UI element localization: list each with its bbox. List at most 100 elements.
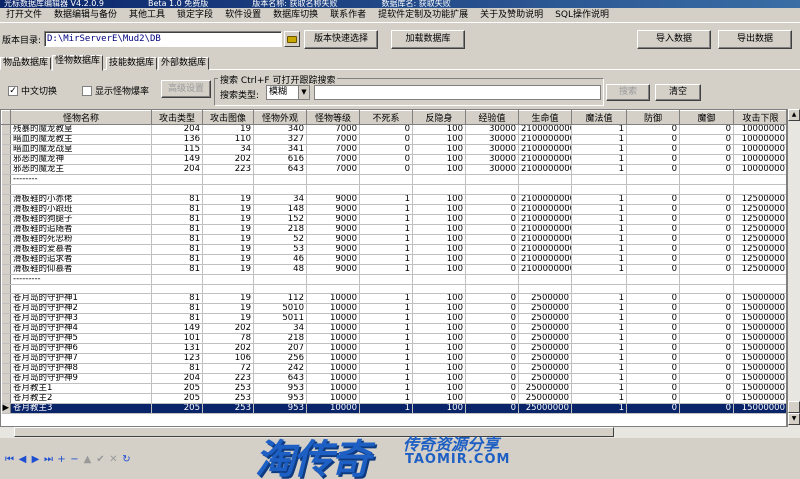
table-cell[interactable]: 19 (202, 313, 254, 324)
menu-item[interactable]: 其他工具 (123, 8, 171, 23)
table-cell[interactable]: 0 (679, 363, 734, 374)
table-cell[interactable] (679, 174, 734, 185)
table-cell[interactable]: 0 (465, 353, 519, 364)
table-cell[interactable] (359, 174, 413, 185)
table-row[interactable] (1, 284, 786, 294)
table-cell[interactable]: 204 (151, 164, 203, 175)
table-cell[interactable]: 100 (412, 393, 466, 404)
table-cell[interactable]: 15000000 (733, 353, 786, 364)
table-cell[interactable]: 10000000 (733, 134, 786, 145)
table-cell[interactable]: 81 (151, 313, 203, 324)
table-cell[interactable] (306, 274, 360, 285)
table-cell[interactable]: 10000 (306, 333, 360, 344)
table-cell[interactable]: 5011 (253, 313, 307, 324)
table-cell[interactable]: 52 (253, 234, 307, 245)
table-cell[interactable]: 340 (253, 124, 307, 135)
table-cell[interactable]: 0 (465, 234, 519, 245)
edit-record-icon[interactable]: ▲ (82, 454, 93, 466)
table-cell[interactable]: 616 (253, 154, 307, 165)
table-cell[interactable]: 0 (679, 264, 734, 275)
column-header[interactable]: 怪物名称 (10, 110, 152, 125)
table-cell[interactable]: 48 (253, 264, 307, 275)
table-cell[interactable] (412, 284, 466, 294)
table-cell[interactable]: 7000 (306, 144, 360, 155)
table-cell[interactable]: 0 (679, 373, 734, 384)
table-cell[interactable]: 1 (359, 244, 413, 255)
table-row[interactable]: 苍月岛的守护神6 131 202 207 10000 1 100 0 2500000 1 0 0 150… (1, 343, 786, 354)
post-record-icon[interactable]: ✔ (95, 454, 106, 466)
table-cell[interactable]: 1 (571, 194, 627, 205)
tab-external-db[interactable]: 外部数据库 (158, 57, 210, 70)
table-cell[interactable]: 1 (571, 363, 627, 374)
table-cell[interactable]: 12500000 (733, 214, 786, 225)
table-cell[interactable]: 10000000 (733, 124, 786, 135)
table-cell[interactable]: 34 (253, 194, 307, 205)
table-cell[interactable] (202, 284, 254, 294)
table-cell[interactable]: 1 (571, 373, 627, 384)
table-cell[interactable]: 1 (571, 124, 627, 135)
table-cell[interactable]: 0 (626, 264, 680, 275)
column-header[interactable]: 反隐身 (412, 110, 466, 125)
table-cell[interactable]: 81 (151, 194, 203, 205)
last-record-icon[interactable]: ⏭ (43, 454, 54, 466)
table-cell[interactable]: 152 (253, 214, 307, 225)
table-cell[interactable]: 2500000 (518, 303, 572, 314)
table-cell[interactable]: 100 (412, 353, 466, 364)
monster-name-cell[interactable]: 苍月岛的守护神2 (10, 303, 152, 314)
table-row[interactable]: 苍月岛的守护神8 81 72 242 10000 1 100 0 2500000 1 0 0 15000… (1, 363, 786, 374)
table-cell[interactable] (518, 184, 572, 195)
table-cell[interactable]: 0 (626, 154, 680, 165)
table-cell[interactable]: 0 (465, 403, 519, 414)
table-cell[interactable]: 223 (202, 373, 254, 384)
table-cell[interactable]: 218 (253, 333, 307, 344)
table-cell[interactable] (412, 274, 466, 285)
table-cell[interactable]: 0 (465, 333, 519, 344)
table-cell[interactable]: 204 (151, 373, 203, 384)
table-cell[interactable]: 148 (253, 204, 307, 215)
table-cell[interactable]: 7000 (306, 124, 360, 135)
table-cell[interactable]: 34 (253, 323, 307, 334)
table-row[interactable]: 苍月教主2 205 253 953 10000 1 100 0 25000000 1 0 0 15000… (1, 393, 786, 404)
table-cell[interactable]: 10000 (306, 313, 360, 324)
table-cell[interactable] (571, 184, 627, 195)
table-cell[interactable]: 0 (465, 264, 519, 275)
table-cell[interactable]: 1 (571, 343, 627, 354)
table-cell[interactable]: 10000 (306, 353, 360, 364)
table-cell[interactable]: 106 (202, 353, 254, 364)
table-cell[interactable]: 149 (151, 154, 203, 165)
table-cell[interactable]: 2100000000 (518, 254, 572, 265)
scroll-down-icon[interactable]: ▼ (788, 413, 800, 425)
scroll-up-icon[interactable]: ▲ (788, 109, 800, 121)
table-cell[interactable]: 643 (253, 373, 307, 384)
table-cell[interactable]: 10000 (306, 373, 360, 384)
table-cell[interactable]: 0 (626, 363, 680, 374)
monster-name-cell[interactable]: 滑板鞋的仰慕者 (10, 264, 152, 275)
table-cell[interactable]: 2500000 (518, 363, 572, 374)
table-cell[interactable]: 1 (571, 303, 627, 314)
table-cell[interactable]: 0 (359, 124, 413, 135)
table-cell[interactable]: 1 (359, 373, 413, 384)
table-cell[interactable]: 0 (626, 194, 680, 205)
monster-name-cell[interactable]: 滑板鞋的小赤佬 (10, 194, 152, 205)
table-cell[interactable]: 1 (359, 204, 413, 215)
column-header[interactable]: 魔法值 (571, 110, 627, 125)
table-cell[interactable]: 15000000 (733, 403, 786, 414)
table-cell[interactable]: 19 (202, 244, 254, 255)
table-cell[interactable] (518, 174, 572, 185)
table-cell[interactable]: 9000 (306, 194, 360, 205)
table-cell[interactable]: 25000000 (518, 383, 572, 394)
table-cell[interactable]: 0 (465, 214, 519, 225)
table-cell[interactable]: 1 (571, 204, 627, 215)
table-cell[interactable] (359, 284, 413, 294)
table-cell[interactable]: 0 (679, 313, 734, 324)
table-cell[interactable]: 10000 (306, 293, 360, 304)
table-cell[interactable]: 0 (359, 144, 413, 155)
table-cell[interactable]: 202 (202, 154, 254, 165)
table-cell[interactable]: 1 (359, 264, 413, 275)
vertical-scrollbar[interactable]: ▲ ▼ (787, 109, 800, 427)
chinese-toggle-checkbox[interactable]: ✓ 中文切换 (8, 84, 57, 97)
tab-item-db[interactable]: 物品数据库 (0, 57, 52, 70)
table-cell[interactable]: 112 (253, 293, 307, 304)
table-row[interactable]: 滑板鞋的狗腿子 81 19 152 9000 1 100 0 2100000000 1 0 0 1250… (1, 214, 786, 225)
monster-name-cell[interactable]: 邪恶的魔龙神 (10, 154, 152, 165)
